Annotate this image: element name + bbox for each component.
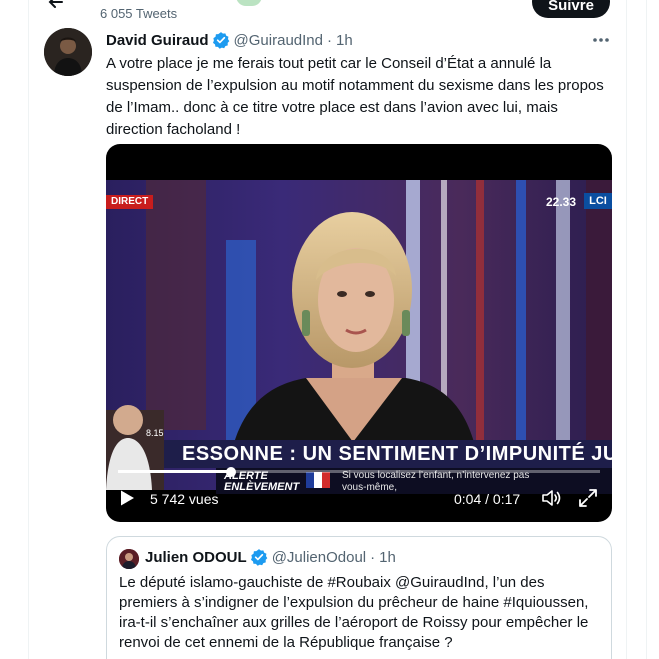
quoted-tweet-text: Le député islamo-gauchiste de #Roubaix @… [119,574,589,651]
video-progress-bar[interactable] [118,467,600,477]
timeline-border-left [28,0,29,659]
author-name[interactable]: David Guiraud [106,32,209,49]
broadcast-clock: 22.33 [546,195,577,209]
author-handle[interactable]: @GuiraudInd [234,32,323,49]
quoted-author-avatar[interactable] [119,549,139,569]
verified-badge-icon [212,32,229,49]
quoted-verified-badge-icon [250,549,268,566]
tweet-author-row: David Guiraud @GuiraudInd · 1h [106,30,353,50]
quoted-author-row: Julien ODOUL @JulienOdoul · 1h [145,548,396,566]
profile-header: 6 055 Tweets Suivre [0,0,659,26]
channel-logo: LCI [584,193,612,209]
quoted-separator-dot: · [370,548,376,566]
quoted-author-handle[interactable]: @JulienOdoul [272,549,366,566]
follow-button[interactable]: Suivre [532,0,610,18]
scrollbar-gutter[interactable] [646,0,659,659]
more-options-icon[interactable] [590,33,612,47]
tweet-count: 6 055 Tweets [100,6,178,21]
timeline-border-right [626,0,627,659]
tweet-timestamp[interactable]: 1h [336,32,353,49]
quoted-author-name[interactable]: Julien ODOUL [145,549,247,566]
tweet-text: A votre place je me ferais tout petit ca… [106,55,604,138]
video-controls: 5 742 vues 0:04 / 0:17 [106,480,612,516]
quoted-avatar-photo [119,549,139,569]
author-avatar[interactable] [44,28,92,76]
quoted-tweet-card[interactable]: Julien ODOUL @JulienOdoul · 1h Le député… [106,536,612,659]
view-count: 5 742 vues [150,491,219,507]
video-progress-fill [118,470,232,473]
avatar-photo [44,28,92,76]
fullscreen-icon[interactable] [578,488,598,508]
live-tag: DIRECT [106,195,154,209]
video-player[interactable]: DIRECT 22.33 LCI 8.15 ESSONNE : UN SENTI… [106,144,612,522]
news-headline-band: ESSONNE : UN SENTIMENT D’IMPUNITÉ JUSTIF… [164,440,612,468]
separator-dot: · [326,31,332,49]
volume-icon[interactable] [540,488,562,508]
header-decoration [236,0,262,6]
inset-time: 8.15 [146,428,164,438]
quoted-tweet-timestamp[interactable]: 1h [379,549,396,566]
video-time-readout: 0:04 / 0:17 [454,491,521,507]
play-icon[interactable] [118,489,136,507]
back-arrow-icon[interactable] [46,0,66,10]
